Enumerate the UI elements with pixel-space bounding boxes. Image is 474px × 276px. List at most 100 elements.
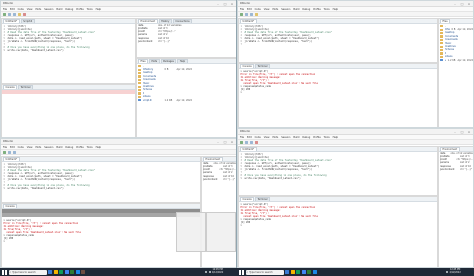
rstudio-icon[interactable] xyxy=(312,270,317,274)
addins-icon[interactable] xyxy=(255,140,258,144)
tab-history[interactable]: History xyxy=(158,19,172,23)
print-icon[interactable] xyxy=(18,12,21,16)
console-pane[interactable]: Console Terminal > source("script.R") Err… xyxy=(238,63,438,127)
network-icon[interactable] xyxy=(446,271,448,273)
tab-untitled[interactable]: Untitled1* xyxy=(3,19,20,23)
tab-environment[interactable]: Environment xyxy=(138,19,158,23)
console-pane[interactable]: Console > source("script.R") Error in fil… xyxy=(1,203,201,267)
addins-icon[interactable] xyxy=(23,12,26,16)
file-explorer-icon[interactable] xyxy=(290,270,295,274)
file-row[interactable]: script.R1.2 KBApr 12, 2022 xyxy=(138,99,236,102)
edge-icon[interactable] xyxy=(59,270,63,274)
menu-item-file[interactable]: File xyxy=(3,146,7,149)
tab-plots[interactable]: Plots xyxy=(149,59,160,63)
menu-item-build[interactable]: Build xyxy=(293,136,299,139)
code-editor[interactable]: 1 library(httr) 2 library(jsonlite) 3 # Read … xyxy=(239,152,437,182)
menu-item-edit[interactable]: Edit xyxy=(247,136,252,139)
open-icon[interactable] xyxy=(8,150,11,154)
close-icon[interactable]: × xyxy=(230,2,234,6)
menu-item-edit[interactable]: Edit xyxy=(10,8,15,11)
env-row[interactable]: jsonContent chr "{...}" xyxy=(137,40,236,43)
menu-item-session[interactable]: Session xyxy=(44,146,53,149)
menu-item-help[interactable]: Help xyxy=(96,146,101,149)
open-icon[interactable] xyxy=(245,12,248,16)
menu-item-profile[interactable]: Profile xyxy=(313,8,320,11)
save-icon[interactable] xyxy=(250,140,253,144)
tab-console[interactable]: Console xyxy=(3,85,18,89)
tab-terminal[interactable]: Terminal xyxy=(18,85,33,89)
close-icon[interactable]: × xyxy=(467,130,471,134)
close-icon[interactable]: × xyxy=(230,140,234,144)
rstudio-window-top-right[interactable]: RStudio – □ × File Edit Code View Plots Session… xyxy=(237,0,474,128)
new-file-icon[interactable] xyxy=(240,140,243,144)
menu-item-build[interactable]: Build xyxy=(293,8,299,11)
tab-files[interactable]: Files xyxy=(138,59,149,63)
chrome-icon[interactable] xyxy=(301,270,306,274)
env-row[interactable]: jsonContent chr "{...}" xyxy=(202,178,236,181)
file-explorer-icon[interactable] xyxy=(53,270,58,274)
minimize-icon[interactable]: – xyxy=(453,130,457,134)
tab-help[interactable]: Help xyxy=(177,59,188,63)
source-pane[interactable]: Untitled1* Script.R 1 library(httr) 2 libra… xyxy=(1,18,136,84)
menu-item-debug[interactable]: Debug xyxy=(65,146,73,149)
tab-files[interactable]: Files xyxy=(440,19,451,23)
open-icon[interactable] xyxy=(245,140,248,144)
menu-item-build[interactable]: Build xyxy=(56,8,62,11)
menu-item-help[interactable]: Help xyxy=(333,136,338,139)
menu-item-file[interactable]: File xyxy=(3,8,7,11)
maximize-icon[interactable]: □ xyxy=(460,130,464,134)
tab-untitled[interactable]: Untitled1* xyxy=(3,157,20,161)
menu-item-plots[interactable]: Plots xyxy=(272,136,278,139)
task-view-icon[interactable] xyxy=(48,270,52,274)
menu-item-session[interactable]: Session xyxy=(281,8,290,11)
source-pane[interactable]: Untitled1* 1 library(httr) 2 library(jsonli… xyxy=(238,18,438,63)
excel-icon[interactable] xyxy=(70,270,74,274)
menu-item-tools[interactable]: Tools xyxy=(324,8,330,11)
environment-pane[interactable]: Environment History Connections data obs.… xyxy=(136,18,236,58)
menu-item-session[interactable]: Session xyxy=(44,8,53,11)
console-pane[interactable]: Console Terminal > source("script.R") Err… xyxy=(238,196,438,267)
network-icon[interactable] xyxy=(205,271,207,273)
excel-icon[interactable] xyxy=(307,270,311,274)
menu-item-profile[interactable]: Profile xyxy=(313,136,320,139)
menu-item-view[interactable]: View xyxy=(264,136,270,139)
console-output[interactable]: > source("script.R") Error in file(file, … xyxy=(239,69,437,95)
maximize-icon[interactable]: □ xyxy=(223,2,227,6)
rstudio-window-top-left[interactable]: RStudio – □ × File Edit Code View Plots Session… xyxy=(0,0,237,138)
menu-item-code[interactable]: Code xyxy=(18,146,24,149)
menu-item-build[interactable]: Build xyxy=(56,146,62,149)
print-icon[interactable] xyxy=(255,12,258,16)
code-editor[interactable]: 1 library(httr) 2 library(jsonlite) 3 # Read … xyxy=(2,24,135,54)
code-editor[interactable]: 1 library(httr) 2 library(jsonlite) 3 # Read … xyxy=(239,24,437,48)
clock[interactable]: 12:45 PM 4/12/2022 xyxy=(450,269,461,274)
side-pane[interactable]: Files ...Rhistory0 BApr 12, 2022DesktopD… xyxy=(438,18,473,127)
code-editor[interactable]: 1 library(httr) 2 library(jsonlite) 3 # Read … xyxy=(2,162,200,192)
maximize-icon[interactable]: □ xyxy=(223,140,227,144)
side-pane[interactable]: Environment data obs. of 12 variables jira… xyxy=(438,146,473,267)
menu-item-edit[interactable]: Edit xyxy=(10,146,15,149)
menu-item-code[interactable]: Code xyxy=(18,8,24,11)
menu-item-debug[interactable]: Debug xyxy=(65,8,73,11)
console-output[interactable]: > source("script.R") Error in file(file, … xyxy=(239,202,437,228)
menu-item-help[interactable]: Help xyxy=(96,8,101,11)
tab-console[interactable]: Console xyxy=(240,197,255,201)
source-pane[interactable]: Untitled1* 1 library(httr) 2 library(jsonli… xyxy=(1,156,201,203)
windows-start-icon[interactable] xyxy=(239,269,244,275)
tab-packages[interactable]: Packages xyxy=(160,59,177,63)
save-icon[interactable] xyxy=(250,12,253,16)
menu-item-code[interactable]: Code xyxy=(255,8,261,11)
new-file-icon[interactable] xyxy=(240,12,243,16)
rstudio-icon[interactable] xyxy=(75,270,80,274)
save-icon[interactable] xyxy=(13,150,16,154)
tab-script[interactable]: Script.R xyxy=(20,19,35,23)
file-name[interactable]: script.R xyxy=(445,59,446,62)
app-icon[interactable] xyxy=(81,270,85,274)
menu-item-tools[interactable]: Tools xyxy=(87,8,93,11)
env-row[interactable]: jsonContent chr "{...}" xyxy=(439,168,473,171)
new-file-icon[interactable] xyxy=(3,12,6,16)
minimize-icon[interactable]: – xyxy=(216,2,220,6)
search-box[interactable]: ⌕ Type here to search xyxy=(8,269,47,275)
tab-untitled[interactable]: Untitled1* xyxy=(240,19,257,23)
tab-environment[interactable]: Environment xyxy=(203,157,223,161)
menu-item-tools[interactable]: Tools xyxy=(87,146,93,149)
